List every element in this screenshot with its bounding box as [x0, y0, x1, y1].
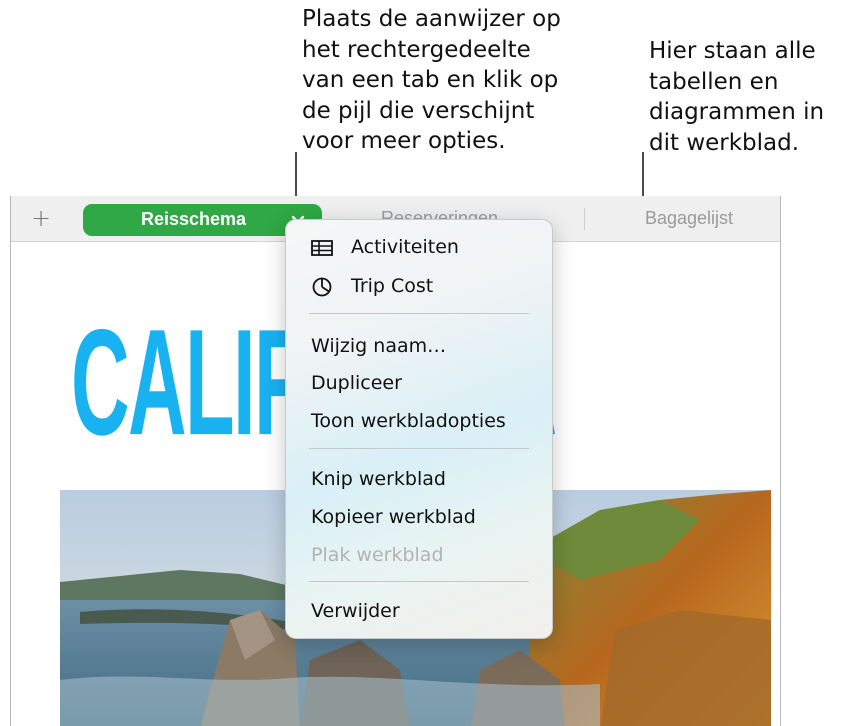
tab-label: Reisschema	[141, 209, 247, 229]
menu-item-toon-werkbladopties[interactable]: Toon werkbladopties	[286, 404, 552, 438]
menu-item-label: Knip werkblad	[311, 468, 446, 490]
menu-divider	[309, 313, 529, 314]
menu-item-label: Activiteiten	[351, 236, 459, 258]
menu-item-label: Verwijder	[311, 600, 400, 622]
pie-chart-icon	[312, 277, 332, 297]
menu-item-trip-cost[interactable]: Trip Cost	[286, 269, 552, 303]
tab-divider	[584, 208, 585, 230]
menu-item-label: Toon werkbladopties	[311, 410, 506, 432]
table-icon	[311, 240, 333, 256]
menu-item-kopieer-werkblad[interactable]: Kopieer werkblad	[286, 500, 552, 534]
menu-item-label: Kopieer werkblad	[311, 506, 476, 528]
sheet-tab-menu: Activiteiten Trip Cost Wijzig naam… Dupl…	[285, 219, 553, 639]
menu-item-label: Plak werkblad	[311, 544, 444, 566]
add-sheet-button[interactable]: +	[29, 203, 53, 233]
menu-item-dupliceer[interactable]: Dupliceer	[286, 366, 552, 400]
callout-tab-menu: Plaats de aanwijzer op het rechtergedeel…	[302, 6, 561, 154]
menu-item-verwijder[interactable]: Verwijder	[286, 594, 552, 628]
callout-sheet-contents: Hier staan alle tabellen en diagrammen i…	[649, 38, 825, 156]
menu-item-label: Trip Cost	[351, 275, 434, 297]
menu-divider	[309, 581, 529, 582]
menu-item-label: Wijzig naam…	[311, 335, 447, 357]
menu-item-activiteiten[interactable]: Activiteiten	[286, 230, 552, 264]
tab-bagagelijst[interactable]: Bagagelijst	[645, 208, 733, 229]
menu-item-label: Dupliceer	[311, 372, 402, 394]
menu-item-knip-werkblad[interactable]: Knip werkblad	[286, 462, 552, 496]
menu-item-plak-werkblad: Plak werkblad	[286, 538, 552, 572]
menu-divider	[309, 448, 529, 449]
menu-item-wijzig-naam[interactable]: Wijzig naam…	[286, 329, 552, 363]
